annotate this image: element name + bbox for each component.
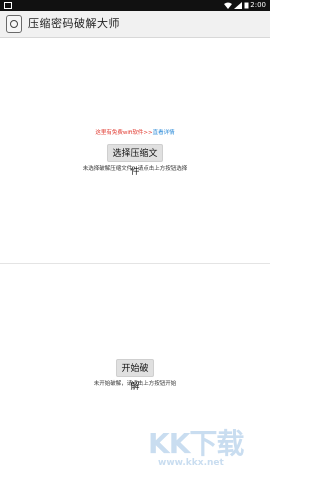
watermark-url: www.kkx.net <box>158 458 224 468</box>
crack-hint: 未开始破解，请点击上方按钮开始 <box>93 381 177 387</box>
section-divider <box>0 263 270 264</box>
status-time: 2:00 <box>250 1 266 9</box>
app-title: 压缩密码破解大师 <box>28 17 120 30</box>
app-bar: 压缩密码破解大师 <box>0 11 270 38</box>
watermark-logo: KK下载 <box>148 427 244 460</box>
promo-link[interactable]: 直看详情 <box>153 130 175 136</box>
start-crack-button[interactable]: 开始破解 <box>116 359 154 392</box>
status-bar: 2:00 <box>0 0 270 11</box>
watermark: KK下载 www.kkx.net <box>148 422 264 474</box>
promo-banner[interactable]: 这里有免费wifi软件>>直看详情 <box>0 129 270 137</box>
promo-text: 这里有免费wifi软件>> <box>95 130 153 136</box>
signal-icon <box>234 2 242 9</box>
app-notification-icon <box>4 2 12 9</box>
battery-icon <box>244 2 249 9</box>
select-hint: 未选择破解压缩文件，请点击上方按钮选择 <box>82 166 188 172</box>
lock-icon <box>6 15 22 33</box>
select-file-button[interactable]: 选择压缩文件 <box>107 144 163 177</box>
wifi-icon <box>224 2 232 9</box>
